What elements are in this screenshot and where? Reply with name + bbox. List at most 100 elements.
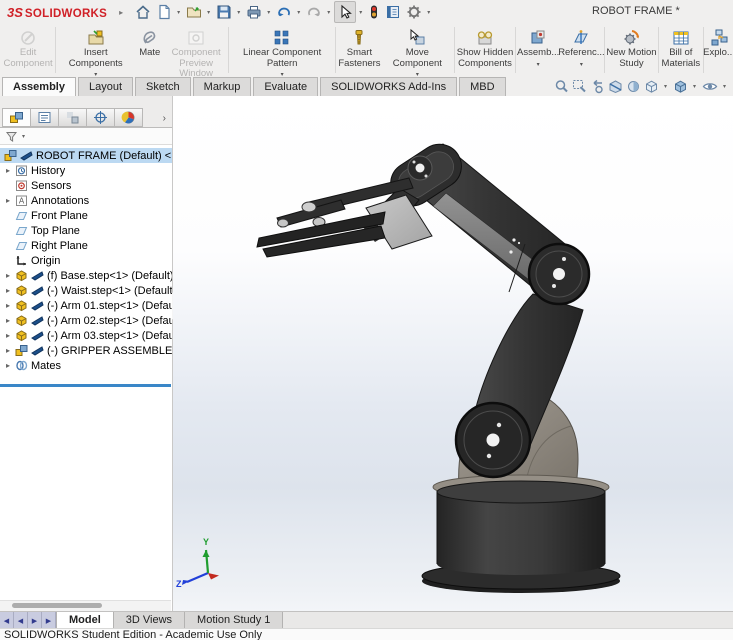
previous-view-icon[interactable]	[590, 79, 605, 94]
ribbon-exploded-view[interactable]: Explo...	[705, 24, 733, 76]
tree-item-arm-01[interactable]: ▸ (-) Arm 01.step<1> (Default)	[0, 298, 172, 313]
undo-icon[interactable]	[274, 2, 294, 22]
display-style-caret-icon[interactable]: ▾	[693, 83, 696, 90]
next-sheet-button[interactable]: ▶	[28, 612, 42, 629]
open-caret-icon[interactable]: ▾	[207, 9, 210, 16]
panel-horizontal-scrollbar[interactable]	[0, 600, 171, 611]
expand-arrow-icon[interactable]: ▸	[4, 301, 12, 310]
panel-splitter-bar[interactable]	[0, 384, 171, 387]
tab-motion-study-1[interactable]: Motion Study 1	[185, 612, 283, 629]
tab-layout[interactable]: Layout	[78, 77, 133, 96]
property-manager-tab[interactable]	[31, 108, 59, 127]
new-document-icon[interactable]	[154, 2, 174, 22]
dimxpert-manager-tab[interactable]	[87, 108, 115, 127]
configuration-manager-tab[interactable]	[59, 108, 87, 127]
reference-triad: Y Z	[176, 537, 219, 589]
component-preview-window-icon	[186, 28, 206, 48]
ribbon-assembly-features[interactable]: Assemb... ▾	[517, 24, 559, 76]
panel-expand-icon[interactable]: ›	[163, 110, 166, 127]
reference-geometry-caret-icon[interactable]: ▾	[580, 60, 583, 71]
zoom-to-area-icon[interactable]	[572, 79, 587, 94]
ribbon-insert-components[interactable]: Insert Components ▾	[57, 24, 134, 76]
open-icon[interactable]	[184, 2, 204, 22]
expand-arrow-icon[interactable]: ▸	[4, 166, 12, 175]
save-caret-icon[interactable]: ▾	[237, 9, 240, 16]
assembly-features-caret-icon[interactable]: ▾	[537, 60, 540, 71]
previous-sheet-button[interactable]: ◀	[14, 612, 28, 629]
zoom-to-fit-icon[interactable]	[554, 79, 569, 94]
ribbon-show-hidden-components[interactable]: Show Hidden Components	[456, 24, 514, 76]
tab-model[interactable]: Model	[56, 612, 114, 629]
new-caret-icon[interactable]: ▾	[177, 9, 180, 16]
last-sheet-button[interactable]: ▶	[42, 612, 56, 629]
redo-caret-icon[interactable]: ▾	[327, 9, 330, 16]
tab-solidworks-add-ins[interactable]: SOLIDWORKS Add-Ins	[320, 77, 457, 96]
display-manager-tab[interactable]	[115, 108, 143, 127]
feature-tree: ROBOT FRAME (Default) <Displa ▸ History …	[0, 145, 172, 373]
select-cursor-icon[interactable]	[334, 1, 356, 23]
first-sheet-button[interactable]: ◀	[0, 612, 14, 629]
tab-mbd[interactable]: MBD	[459, 77, 505, 96]
tree-item-gripper-assembled[interactable]: ▸ (-) GRIPPER ASSEMBLED<1>	[0, 343, 172, 358]
tree-item-history[interactable]: ▸ History	[0, 163, 172, 178]
ribbon-smart-fasteners[interactable]: Smart Fasteners	[337, 24, 381, 76]
save-icon[interactable]	[214, 2, 234, 22]
feature-manager-panel: › ▾ ROBOT FRAME (Default) <Displa ▸ Hist…	[0, 96, 173, 611]
tree-filter-row[interactable]: ▾	[0, 128, 172, 145]
tab-3d-views[interactable]: 3D Views	[114, 612, 185, 629]
tab-assembly[interactable]: Assembly	[2, 77, 76, 96]
ribbon-mate[interactable]: Mate	[134, 24, 165, 76]
print-icon[interactable]	[244, 2, 264, 22]
ribbon-new-motion-study[interactable]: New Motion Study	[606, 24, 656, 76]
appearance-target-icon[interactable]	[366, 2, 382, 22]
tree-item-root[interactable]: ROBOT FRAME (Default) <Displa	[0, 148, 172, 163]
expand-arrow-icon[interactable]: ▸	[4, 331, 12, 340]
feature-manager-tab[interactable]	[2, 108, 31, 127]
view-orientation-icon[interactable]	[644, 79, 659, 94]
menu-expand-icon[interactable]: ▸	[119, 8, 123, 17]
tree-item-front-plane[interactable]: Front Plane	[0, 208, 172, 223]
bill-of-materials-icon	[671, 28, 691, 48]
ribbon-component-preview-window[interactable]: Component Preview Window	[165, 24, 227, 76]
tree-item-arm-03[interactable]: ▸ (-) Arm 03.step<1> (Default)	[0, 328, 172, 343]
tab-evaluate[interactable]: Evaluate	[253, 77, 318, 96]
tree-item-annotations[interactable]: ▸ A Annotations	[0, 193, 172, 208]
undo-caret-icon[interactable]: ▾	[297, 9, 300, 16]
tree-item-sensors[interactable]: Sensors	[0, 178, 172, 193]
graphics-viewport[interactable]: Y Z	[173, 96, 733, 611]
ribbon-bill-of-materials[interactable]: Bill of Materials	[660, 24, 702, 76]
hide-show-items-icon[interactable]	[702, 79, 718, 94]
tab-markup[interactable]: Markup	[193, 77, 252, 96]
tab-sketch[interactable]: Sketch	[135, 77, 191, 96]
display-style-icon[interactable]	[673, 79, 688, 94]
task-pane-icon[interactable]	[383, 2, 403, 22]
edit-appearance-icon[interactable]	[626, 79, 641, 94]
expand-arrow-icon[interactable]: ▸	[4, 271, 12, 280]
home-icon[interactable]	[133, 2, 153, 22]
ribbon-linear-component-pattern[interactable]: Linear Component Pattern ▾	[230, 24, 334, 76]
tree-item-top-plane[interactable]: Top Plane	[0, 223, 172, 238]
tree-item-origin[interactable]: Origin	[0, 253, 172, 268]
redo-icon[interactable]	[304, 2, 324, 22]
print-caret-icon[interactable]: ▾	[267, 9, 270, 16]
expand-arrow-icon[interactable]: ▸	[4, 346, 12, 355]
section-view-icon[interactable]	[608, 79, 623, 94]
ribbon-move-component[interactable]: Move Component ▾	[382, 24, 453, 76]
options-gear-icon[interactable]	[404, 2, 424, 22]
ribbon-edit-component[interactable]: Edit Component	[2, 24, 54, 76]
expand-arrow-icon[interactable]: ▸	[4, 196, 12, 205]
ribbon-reference-geometry[interactable]: Referenc... ▾	[559, 24, 603, 76]
view-orientation-caret-icon[interactable]: ▾	[664, 83, 667, 90]
tree-item-mates[interactable]: ▸ Mates	[0, 358, 172, 373]
expand-arrow-icon[interactable]: ▸	[4, 286, 12, 295]
tree-item-right-plane[interactable]: Right Plane	[0, 238, 172, 253]
hide-show-caret-icon[interactable]: ▾	[723, 83, 726, 90]
expand-arrow-icon[interactable]: ▸	[4, 361, 12, 370]
select-caret-icon[interactable]: ▾	[359, 9, 362, 16]
tree-item-arm-02[interactable]: ▸ (-) Arm 02.step<1> (Default)	[0, 313, 172, 328]
tree-item-base[interactable]: ▸ (f) Base.step<1> (Default) <<	[0, 268, 172, 283]
scrollbar-thumb[interactable]	[12, 603, 102, 608]
expand-arrow-icon[interactable]: ▸	[4, 316, 12, 325]
tree-item-waist[interactable]: ▸ (-) Waist.step<1> (Default) <	[0, 283, 172, 298]
options-caret-icon[interactable]: ▾	[427, 9, 430, 16]
